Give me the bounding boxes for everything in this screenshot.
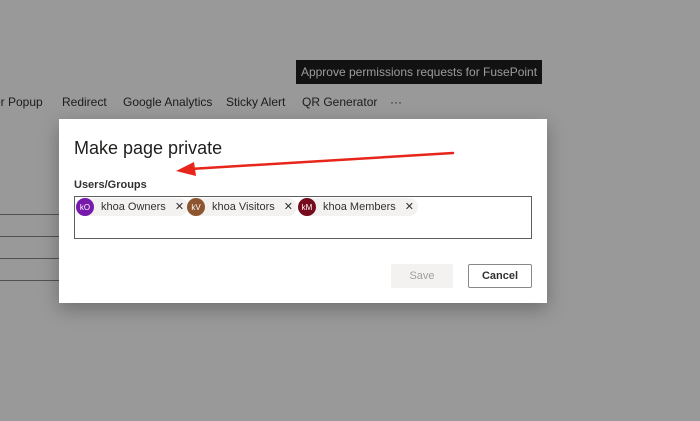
selected-group-pill: kV khoa Visitors ✕ [187,198,297,216]
save-button[interactable]: Save [391,264,453,288]
remove-icon[interactable]: ✕ [284,198,293,216]
group-name: khoa Visitors [212,201,275,213]
dialog-title: Make page private [74,138,223,158]
selected-group-pill: kM khoa Members ✕ [298,198,418,216]
make-page-private-dialog: Make page private Users/Groups kO khoa O… [59,119,547,303]
users-groups-label: Users/Groups [74,179,147,191]
avatar: kM [298,198,316,216]
group-name: khoa Members [323,201,396,213]
cancel-button[interactable]: Cancel [468,264,532,288]
avatar: kV [187,198,205,216]
users-groups-picker[interactable]: kO khoa Owners ✕ kV khoa Visitors ✕ kM k… [74,196,532,239]
remove-icon[interactable]: ✕ [175,198,184,216]
avatar: kO [76,198,94,216]
selected-group-pill: kO khoa Owners ✕ [76,198,189,216]
group-name: khoa Owners [101,201,166,213]
remove-icon[interactable]: ✕ [405,198,414,216]
